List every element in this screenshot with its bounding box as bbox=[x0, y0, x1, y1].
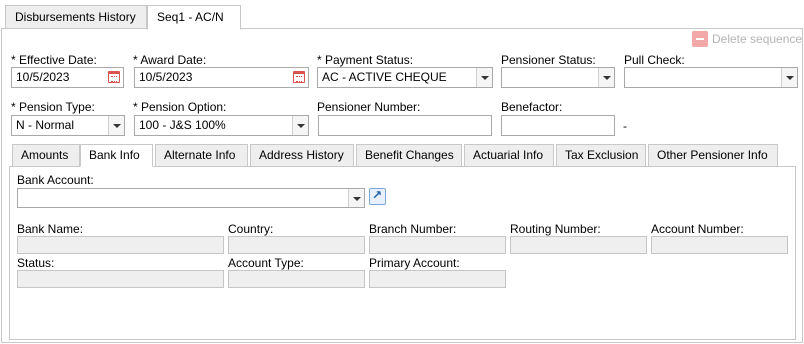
chevron-down-icon[interactable] bbox=[108, 116, 124, 135]
minus-icon bbox=[692, 31, 708, 47]
tab-label: Address History bbox=[259, 148, 344, 162]
account-type-label: Account Type: bbox=[228, 256, 304, 270]
tab-label: Bank Info bbox=[89, 148, 140, 162]
tab-bank-info[interactable]: Bank Info bbox=[80, 144, 153, 167]
pull-check-label: Pull Check: bbox=[624, 53, 685, 67]
tab-amounts[interactable]: Amounts bbox=[12, 144, 80, 167]
routing-number-label: Routing Number: bbox=[510, 222, 601, 236]
payment-status-select[interactable]: AC - ACTIVE CHEQUE bbox=[317, 67, 493, 88]
bank-name-label: Bank Name: bbox=[17, 222, 84, 236]
delete-sequence-button[interactable]: Delete sequence bbox=[692, 30, 802, 48]
pension-type-value: N - Normal bbox=[16, 118, 75, 132]
benefactor-suffix: - bbox=[623, 119, 627, 133]
tab-seq1[interactable]: Seq1 - AC/N bbox=[147, 5, 241, 30]
payment-status-value: AC - ACTIVE CHEQUE bbox=[322, 70, 447, 84]
award-date-field[interactable]: 10/5/2023 bbox=[134, 67, 309, 88]
tab-label: Other Pensioner Info bbox=[657, 148, 768, 162]
tab-label: Alternate Info bbox=[164, 148, 236, 162]
award-date-label: * Award Date: bbox=[133, 53, 207, 67]
calendar-icon[interactable] bbox=[293, 71, 305, 83]
tab-label: Actuarial Info bbox=[473, 148, 544, 162]
pension-option-value: 100 - J&S 100% bbox=[139, 118, 226, 132]
country-label: Country: bbox=[228, 222, 274, 236]
tab-tax-exclusion[interactable]: Tax Exclusion bbox=[556, 144, 646, 167]
pension-option-select[interactable]: 100 - J&S 100% bbox=[134, 115, 309, 136]
bank-name-field bbox=[17, 236, 224, 254]
pensioner-status-select[interactable] bbox=[501, 67, 615, 88]
open-link-icon[interactable] bbox=[369, 188, 386, 205]
tab-label: Tax Exclusion bbox=[565, 148, 639, 162]
tab-alternate-info[interactable]: Alternate Info bbox=[155, 144, 248, 167]
chevron-down-icon[interactable] bbox=[598, 68, 614, 87]
pensioner-status-label: Pensioner Status: bbox=[501, 53, 596, 67]
status-field bbox=[17, 270, 224, 288]
bank-account-label: Bank Account: bbox=[17, 173, 94, 187]
branch-number-field bbox=[369, 236, 506, 254]
chevron-down-icon[interactable] bbox=[348, 189, 364, 207]
effective-date-label: * Effective Date: bbox=[11, 53, 97, 67]
tab-actuarial-info[interactable]: Actuarial Info bbox=[464, 144, 554, 167]
delete-sequence-label: Delete sequence bbox=[712, 32, 803, 46]
pension-type-label: * Pension Type: bbox=[11, 100, 95, 114]
pension-type-select[interactable]: N - Normal bbox=[11, 115, 125, 136]
tab-address-history[interactable]: Address History bbox=[250, 144, 354, 167]
tab-label: Disbursements History bbox=[15, 10, 136, 24]
primary-account-label: Primary Account: bbox=[369, 256, 460, 270]
pull-check-select[interactable] bbox=[624, 67, 798, 88]
primary-account-field bbox=[369, 270, 506, 288]
country-field bbox=[228, 236, 365, 254]
pension-option-label: * Pension Option: bbox=[133, 100, 227, 114]
chevron-down-icon[interactable] bbox=[476, 68, 492, 87]
effective-date-value: 10/5/2023 bbox=[16, 70, 70, 84]
pensioner-number-field[interactable] bbox=[318, 115, 492, 136]
account-number-field bbox=[651, 236, 788, 254]
tab-label: Benefit Changes bbox=[365, 148, 454, 162]
tab-label: Amounts bbox=[21, 148, 69, 162]
chevron-down-icon[interactable] bbox=[292, 116, 308, 135]
account-number-label: Account Number: bbox=[651, 222, 744, 236]
benefactor-label: Benefactor: bbox=[501, 100, 563, 114]
account-type-field bbox=[228, 270, 365, 288]
routing-number-field bbox=[510, 236, 647, 254]
tab-label: Seq1 - AC/N bbox=[157, 10, 224, 24]
branch-number-label: Branch Number: bbox=[369, 222, 457, 236]
payment-status-label: * Payment Status: bbox=[317, 53, 414, 67]
status-label: Status: bbox=[17, 256, 55, 270]
tab-disbursements-history[interactable]: Disbursements History bbox=[5, 5, 147, 29]
pensioner-number-label: Pensioner Number: bbox=[317, 100, 421, 114]
benefactor-field[interactable] bbox=[501, 115, 615, 136]
chevron-down-icon[interactable] bbox=[781, 68, 797, 87]
calendar-icon[interactable] bbox=[108, 71, 120, 83]
bank-account-select[interactable] bbox=[17, 188, 365, 208]
tab-benefit-changes[interactable]: Benefit Changes bbox=[356, 144, 462, 167]
tab-other-pensioner-info[interactable]: Other Pensioner Info bbox=[648, 144, 778, 167]
effective-date-field[interactable]: 10/5/2023 bbox=[11, 67, 124, 88]
award-date-value: 10/5/2023 bbox=[139, 70, 193, 84]
